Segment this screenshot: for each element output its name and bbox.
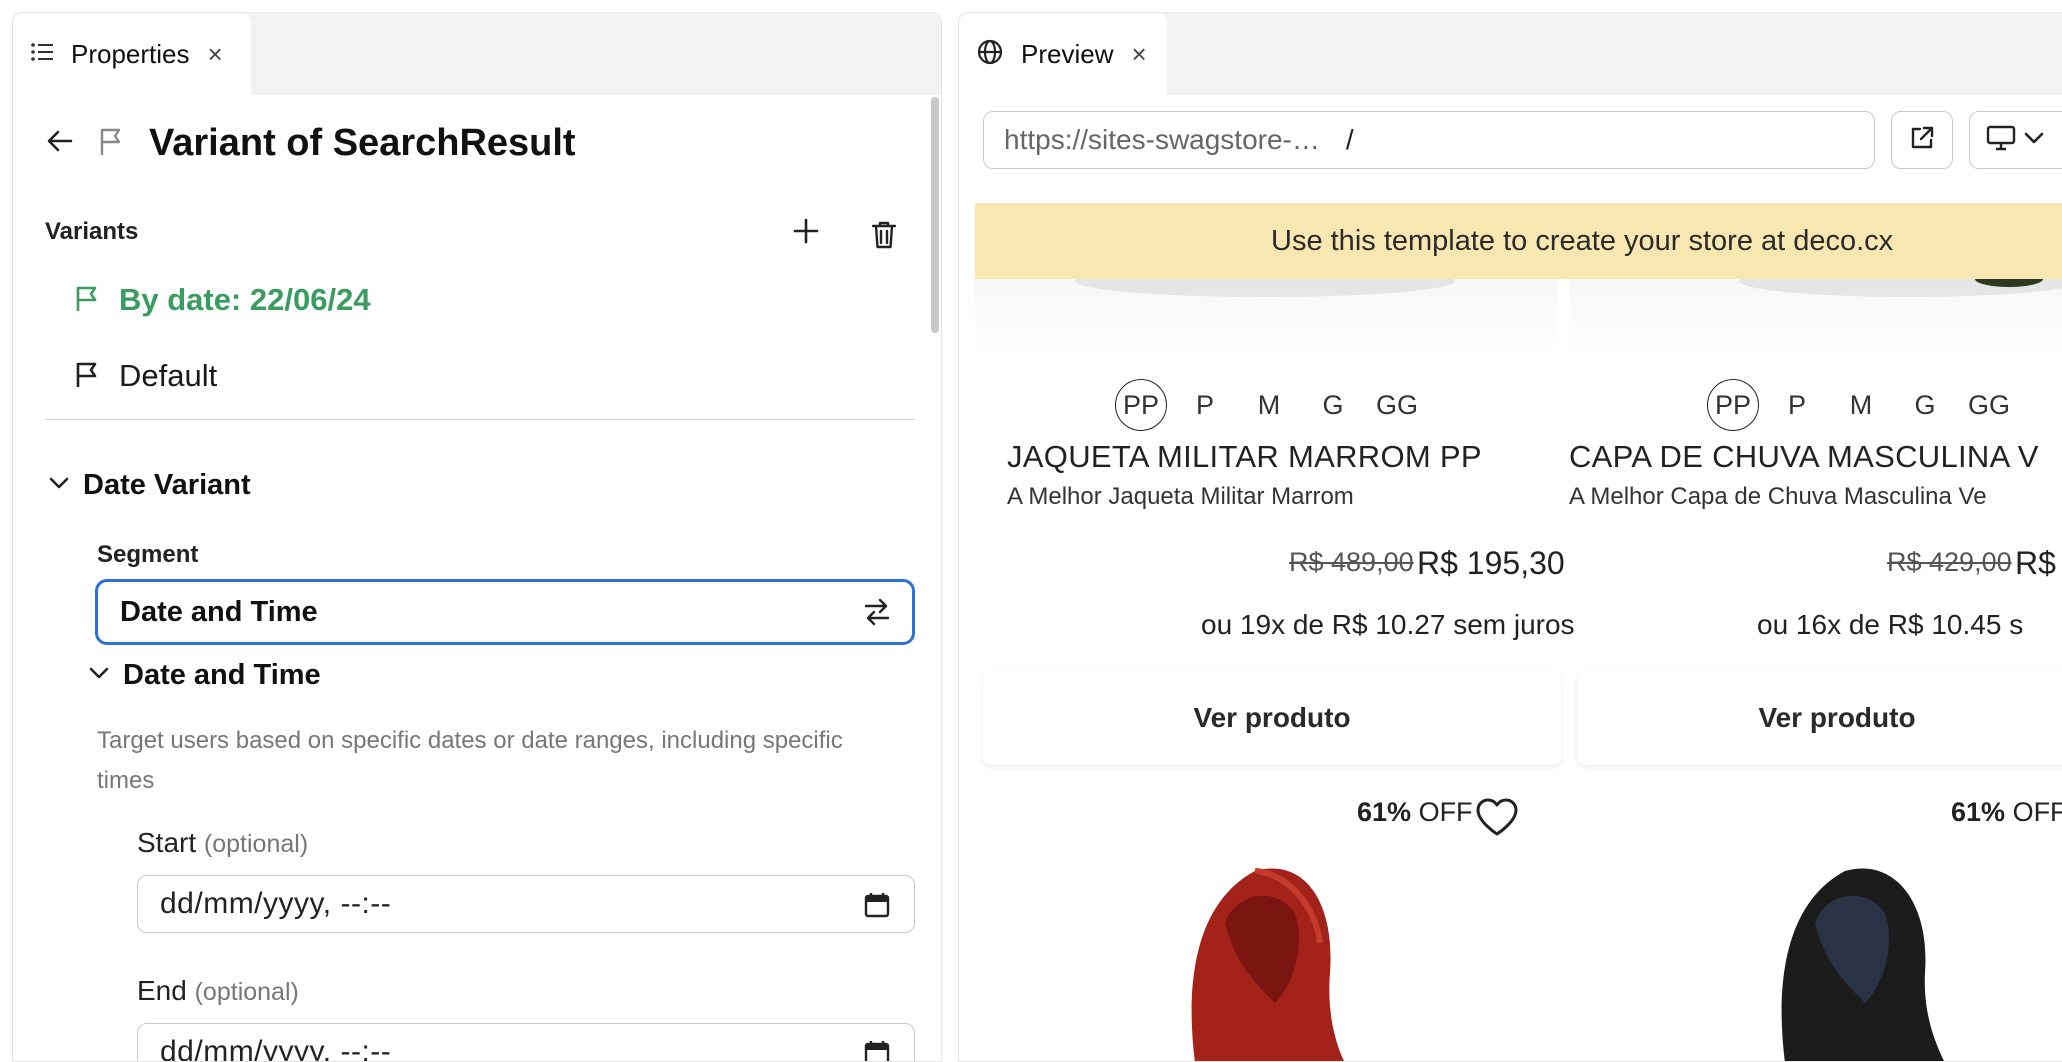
site-preview: Use this template to create your store a… [975,203,2062,1061]
monitor-icon [1986,125,2016,156]
banner-text: Use this template to create your store a… [1271,224,1894,257]
size-option[interactable]: G [1307,379,1359,431]
url-bar[interactable]: https://sites-swagstore-… / [983,111,1875,169]
optional-hint: (optional) [194,978,299,1006]
view-product-button[interactable]: Ver produto [983,671,1561,765]
size-option[interactable]: GG [1371,379,1423,431]
url-text: https://sites-swagstore-… [1004,124,1320,155]
tab-properties-label: Properties [71,38,190,69]
installments: ou 16x de R$ 10.45 s [1757,609,2024,640]
add-variant-button[interactable] [793,214,819,250]
discount-off: OFF [2012,797,2062,827]
tab-preview-label: Preview [1021,38,1114,69]
end-label: End (optional) [137,975,299,1007]
properties-panel: Properties × Variant of SearchResult Var… [12,12,942,1062]
date-variant-toggle[interactable]: Date Variant [49,469,251,502]
product-card[interactable]: PP P M G GG JAQUETA MILITAR MARROM PP A … [975,265,1575,679]
heart-icon[interactable] [1475,797,1519,842]
template-banner[interactable]: Use this template to create your store a… [975,203,2062,279]
title-row: Variant of SearchResult [47,113,576,173]
discount-percent: 61% [1357,797,1412,827]
old-price: R$ 429,00 [1887,547,2012,577]
chevron-down-icon [89,666,109,685]
product-description: A Melhor Jaqueta Militar Marrom [1007,483,1354,510]
product-card[interactable]: PP P M G GG CAPA DE CHUVA MASCULINA V A … [1569,265,2062,679]
size-option[interactable]: M [1835,379,1887,431]
end-date-input[interactable]: dd/mm/yyyy, --:-- [137,1023,915,1062]
old-price: R$ 489,00 [1289,547,1414,577]
segment-select[interactable]: Date and Time [95,579,915,645]
variant-item-by-date[interactable]: By date: 22/06/24 [75,275,371,325]
calendar-icon[interactable] [864,892,890,923]
variant-item-default[interactable]: Default [75,351,217,401]
flag-icon [75,284,101,317]
page-title: Variant of SearchResult [149,121,576,164]
open-external-button[interactable] [1891,111,1953,169]
size-option[interactable]: M [1243,379,1295,431]
size-option[interactable]: P [1179,379,1231,431]
end-label-text: End [137,975,187,1006]
chevron-down-icon [2024,131,2044,150]
start-date-input[interactable]: dd/mm/yyyy, --:-- [137,875,915,933]
optional-hint: (optional) [203,830,309,858]
product-name[interactable]: CAPA DE CHUVA MASCULINA V [1569,439,2039,475]
variant-label: Default [119,358,218,393]
segment-description: Target users based on specific dates or … [97,727,843,794]
start-label-text: Start [137,827,197,858]
device-select[interactable] [1969,111,2062,169]
discount-percent: 61% [1951,797,2006,827]
size-option[interactable]: GG [1963,379,2015,431]
variant-label: By date: 22/06/24 [119,282,371,317]
start-label: Start (optional) [137,827,308,859]
end-date-value: dd/mm/yyyy, --:-- [160,1035,392,1062]
external-link-icon [1909,125,1935,156]
chevron-down-icon [49,476,69,495]
size-option[interactable]: PP [1115,379,1167,431]
tab-properties[interactable]: Properties × [13,13,251,95]
properties-tabbar: Properties × [13,13,941,95]
segment-value: Date and Time [120,595,318,628]
date-and-time-title: Date and Time [123,659,321,691]
flag-icon [75,360,101,393]
swap-icon[interactable] [862,596,892,633]
discount-off: OFF [1418,797,1473,827]
back-arrow-icon[interactable] [47,130,73,157]
segment-label: Segment [97,541,199,568]
discount-badge: 61% OFF [1951,797,2062,828]
size-selector: PP P M G GG [1707,379,2027,431]
product-description: A Melhor Capa de Chuva Masculina Ve [1569,483,1987,510]
product-image-red-jacket[interactable] [1155,863,1375,1061]
calendar-icon[interactable] [864,1040,890,1061]
divider [45,419,915,420]
view-product-button[interactable]: Ver produto [1577,671,2062,765]
size-option[interactable]: PP [1707,379,1759,431]
scrollbar[interactable] [931,97,939,333]
discount-badge: 61% OFF [1357,797,1473,828]
product-image [975,265,1557,359]
preview-tabbar: Preview × [959,13,2062,95]
product-image-black-jacket[interactable] [1745,863,1975,1061]
globe-icon [977,39,1003,70]
size-option[interactable]: P [1771,379,1823,431]
date-and-time-toggle[interactable]: Date and Time [89,659,321,692]
tab-preview[interactable]: Preview × [959,13,1167,95]
variants-label: Variants [45,218,139,245]
close-icon[interactable]: × [1131,41,1146,67]
date-variant-title: Date Variant [83,469,251,501]
delete-variant-button[interactable] [871,220,897,255]
new-price: R$ [2015,545,2056,581]
size-option[interactable]: G [1899,379,1951,431]
list-icon [31,42,53,67]
new-price: R$ 195,30 [1417,545,1565,581]
variants-header: Variants [45,218,915,254]
start-date-value: dd/mm/yyyy, --:-- [160,887,392,920]
product-name[interactable]: JAQUETA MILITAR MARROM PP [1007,439,1482,475]
close-icon[interactable]: × [208,41,223,67]
installments: ou 19x de R$ 10.27 sem juros [1201,609,1575,640]
product-image [1569,265,2062,359]
url-path: / [1345,124,1354,155]
flag-icon [99,126,125,161]
preview-panel: Preview × https://sites-swagstore-… / Us… [958,12,2062,1062]
size-selector: PP P M G GG [1115,379,1435,431]
